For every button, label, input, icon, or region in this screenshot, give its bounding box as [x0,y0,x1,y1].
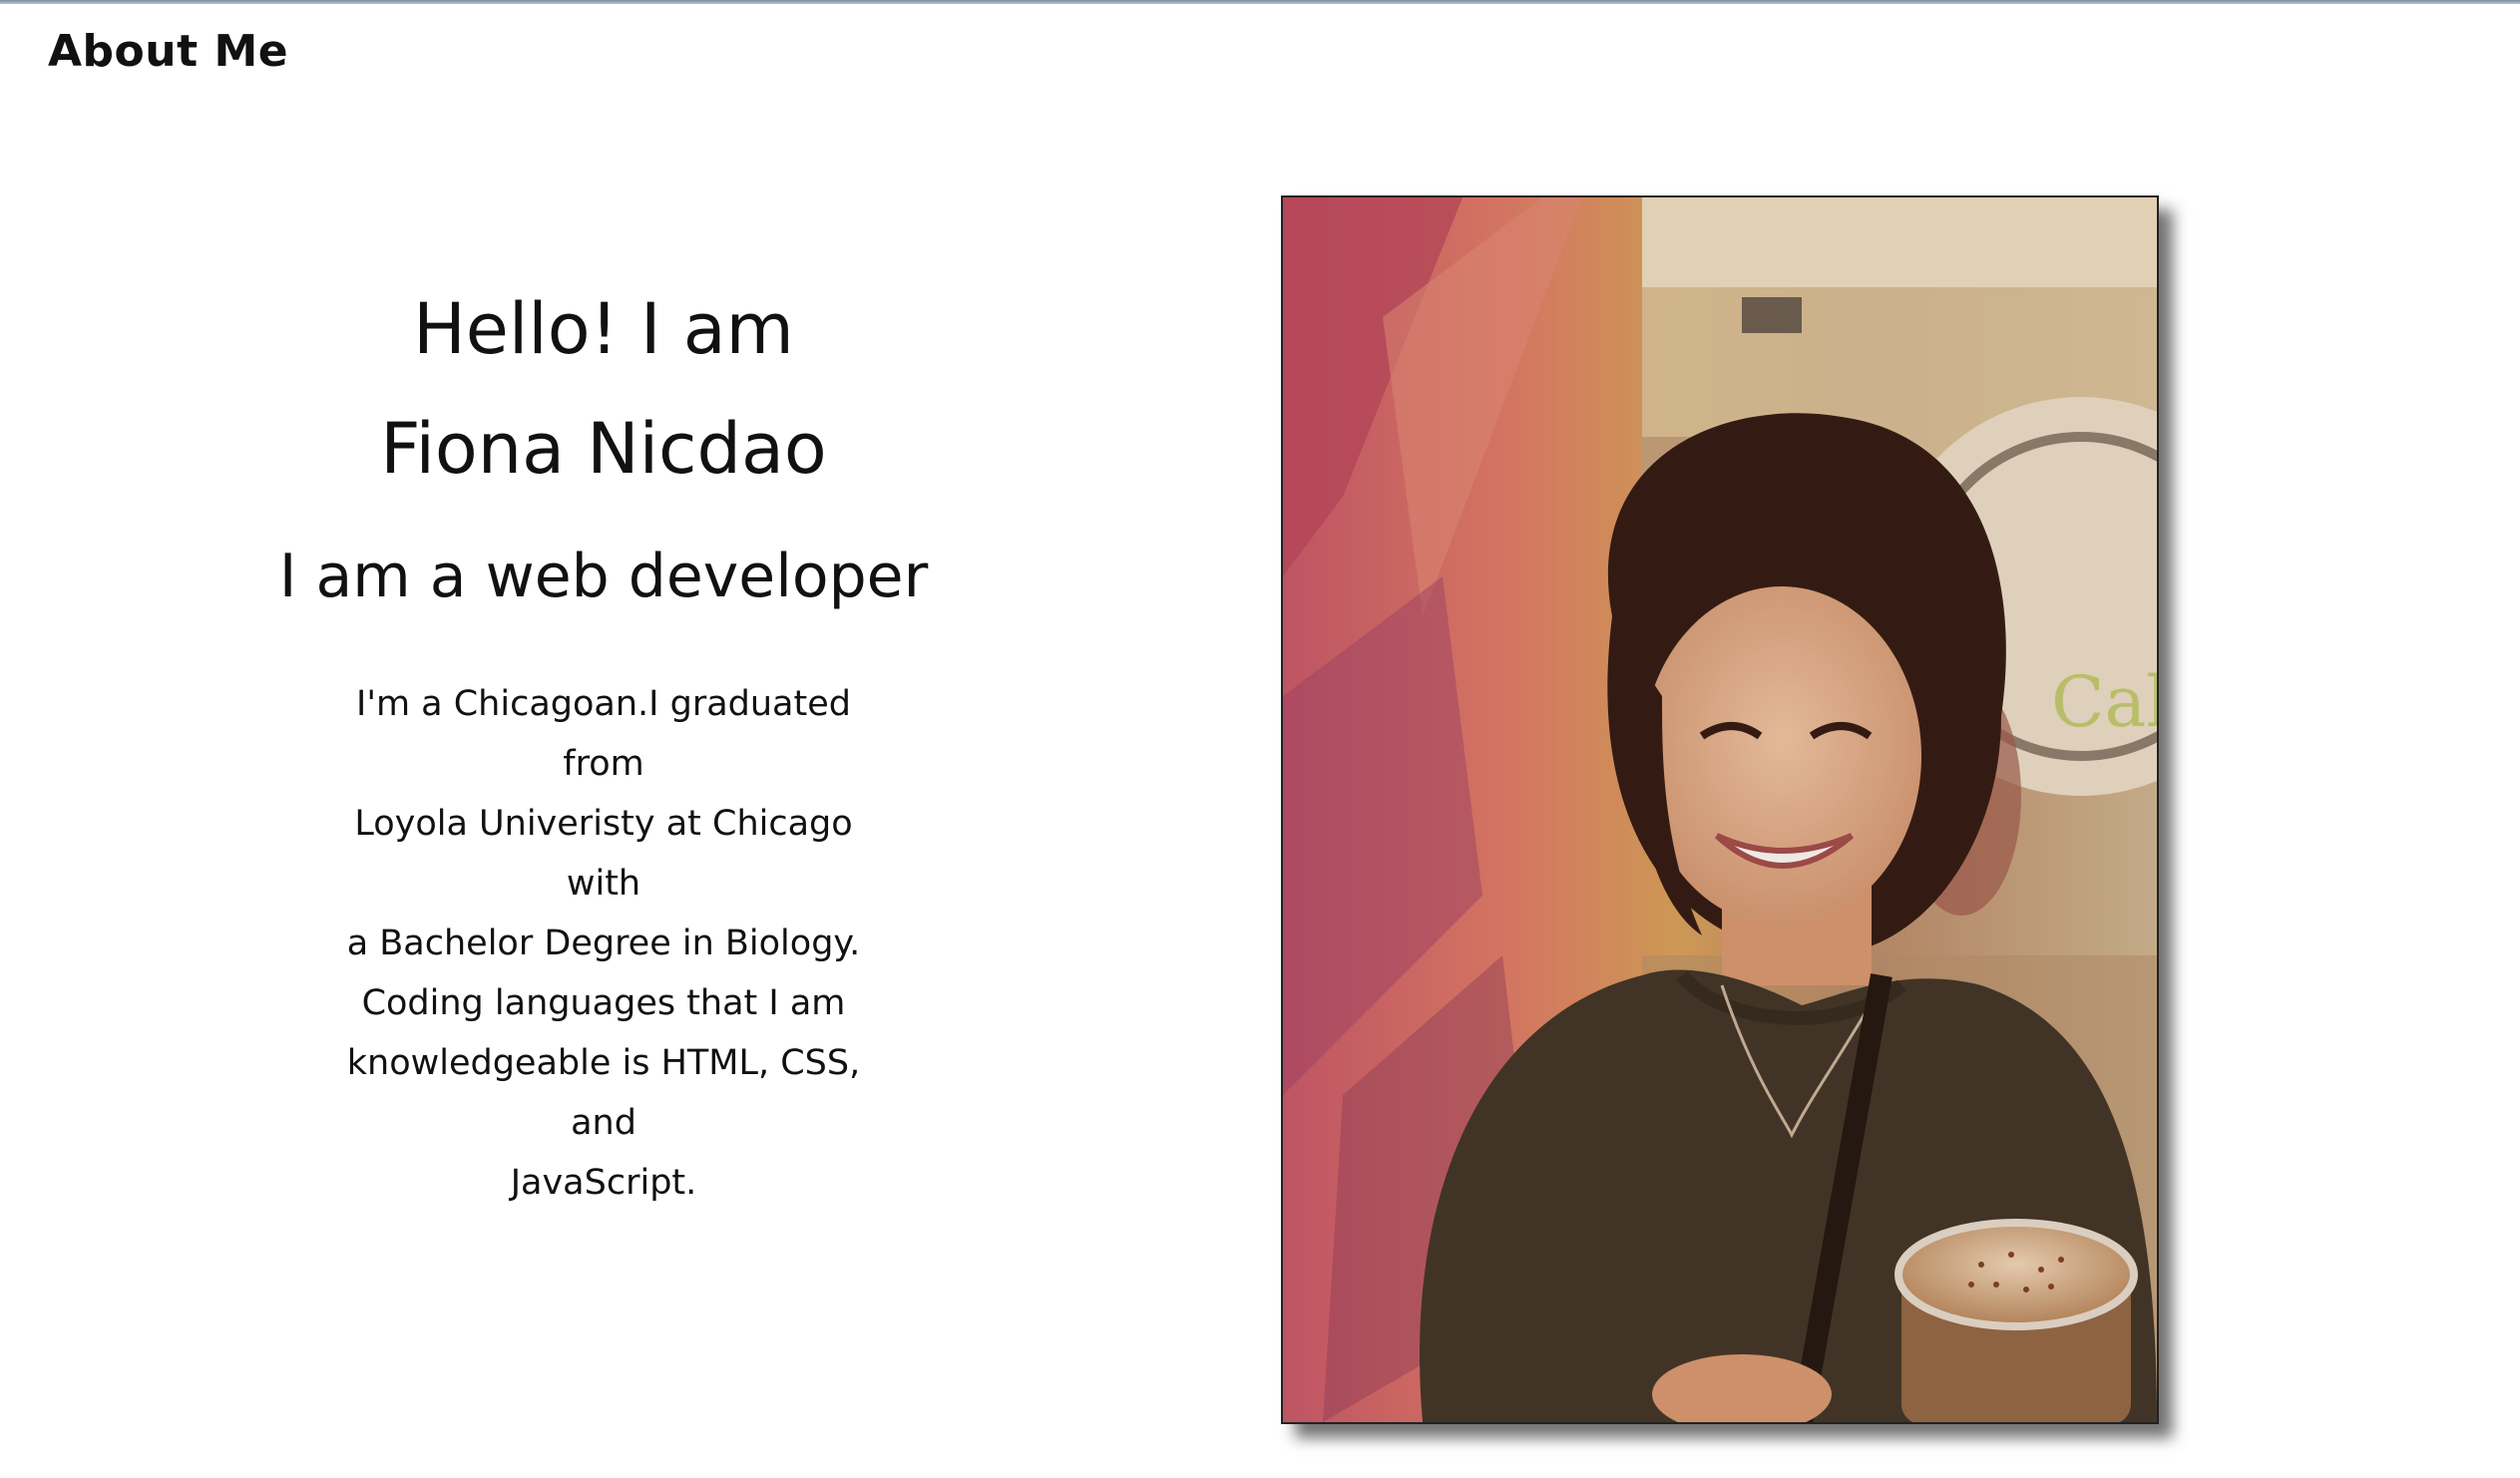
greeting-line-2: Fiona Nicdao [380,408,827,490]
portrait-photo: Cal [1283,197,2157,1422]
bio-line: Loyola Univeristy at Chicago with [354,804,853,904]
bio-paragraph: I'm a Chicagoan.I graduated from Loyola … [324,674,883,1213]
intro-section: Hello! I am Fiona Nicdao I am a web deve… [200,269,1008,1213]
bio-line: Coding languages that I am [361,983,846,1023]
greeting-line-1: Hello! I am [413,288,794,370]
bio-line: a Bachelor Degree in Biology. [346,924,861,963]
profile-photo: Cal [1281,195,2159,1424]
bio-line: I'm a Chicagoan.I graduated from [356,684,851,784]
role-heading: I am a web developer [278,542,929,611]
bio-line: knowledgeable is HTML, CSS, and [346,1043,861,1143]
top-border [0,0,2520,4]
page-title: About Me [48,26,289,77]
bio-line: JavaScript. [510,1163,697,1203]
